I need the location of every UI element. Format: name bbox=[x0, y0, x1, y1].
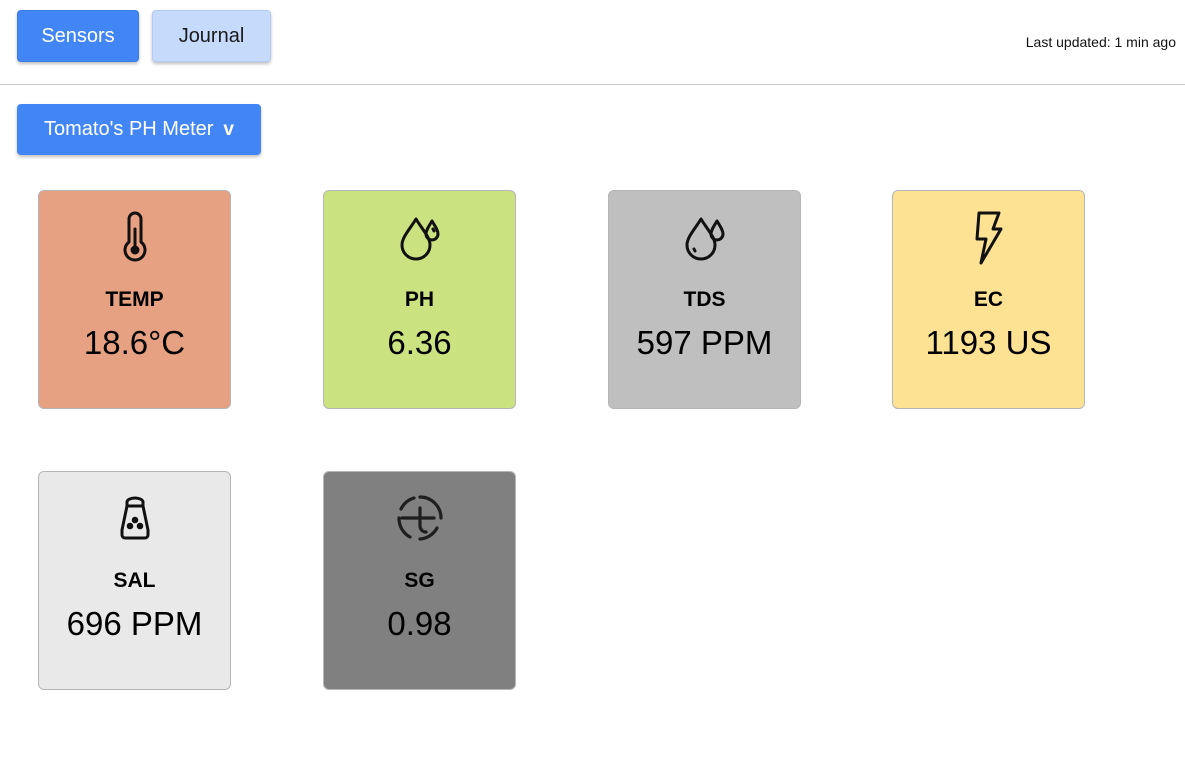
chevron-down-icon: v bbox=[223, 118, 234, 140]
lightning-bolt-icon bbox=[893, 209, 1084, 265]
tab-journal-label: Journal bbox=[178, 24, 245, 47]
salt-shaker-icon bbox=[39, 490, 230, 546]
tab-journal[interactable]: Journal bbox=[152, 10, 271, 62]
sensor-card-sg[interactable]: SG 0.98 bbox=[323, 471, 516, 690]
sensor-card-ph[interactable]: PH 6.36 bbox=[323, 190, 516, 409]
device-select-dropdown[interactable]: Tomato's PH Meter v bbox=[17, 104, 261, 155]
sensor-label: SAL bbox=[113, 569, 156, 592]
sensor-value: 696 PPM bbox=[66, 605, 203, 642]
sensor-label: SG bbox=[404, 569, 435, 592]
tab-sensors[interactable]: Sensors bbox=[17, 10, 139, 62]
sensor-label: PH bbox=[404, 288, 435, 311]
sensor-card-sal[interactable]: SAL 696 PPM bbox=[38, 471, 231, 690]
sensor-card-tds[interactable]: TDS 597 PPM bbox=[608, 190, 801, 409]
water-drops-icon bbox=[324, 209, 515, 265]
sensor-value: 6.36 bbox=[387, 324, 452, 361]
sensor-label: TEMP bbox=[105, 288, 164, 311]
sensor-value: 1193 US bbox=[925, 324, 1052, 361]
sensor-label: TDS bbox=[683, 288, 726, 311]
sensor-value: 18.6°C bbox=[83, 324, 186, 361]
thermometer-icon bbox=[39, 209, 230, 265]
top-bar: Sensors Journal Last updated: 1 min ago bbox=[0, 0, 1185, 85]
sensor-value: 0.98 bbox=[387, 605, 452, 642]
water-drops-icon bbox=[609, 209, 800, 265]
sensor-card-ec[interactable]: EC 1193 US bbox=[892, 190, 1085, 409]
device-select-label: Tomato's PH Meter bbox=[43, 118, 214, 140]
last-updated-status: Last updated: 1 min ago bbox=[1025, 34, 1176, 50]
gauge-circle-icon bbox=[324, 490, 515, 546]
tab-sensors-label: Sensors bbox=[41, 24, 115, 47]
sensor-label: EC bbox=[973, 288, 1004, 311]
sensor-card-temp[interactable]: TEMP 18.6°C bbox=[38, 190, 231, 409]
sensor-value: 597 PPM bbox=[636, 324, 773, 361]
